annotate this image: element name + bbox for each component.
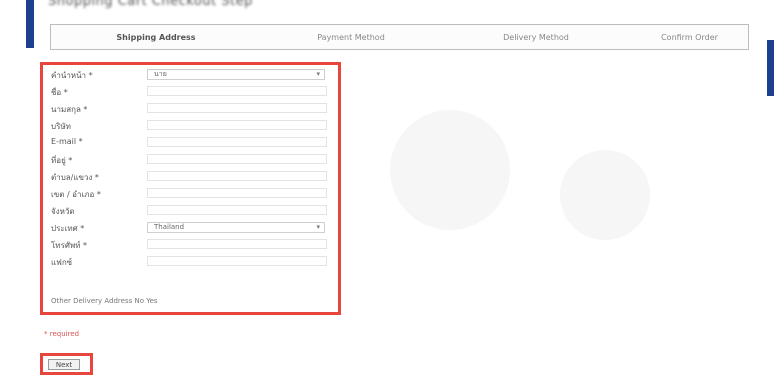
next-button[interactable]: Next: [48, 359, 80, 370]
first-name-input[interactable]: [147, 86, 327, 96]
form-row-email: E-mail *: [51, 137, 336, 150]
form-row-company: บริษัท: [51, 120, 336, 133]
step-shipping-address[interactable]: Shipping Address: [51, 33, 261, 42]
field-label: โทรศัพท์ *: [51, 241, 88, 250]
next-button-highlight: Next: [40, 353, 93, 375]
form-row-fax: แฟกซ์: [51, 256, 336, 269]
background-watermark: [560, 150, 650, 240]
field-label: คำนำหน้า *: [51, 71, 93, 80]
background-watermark: [390, 110, 510, 230]
checkout-steps: Shipping Address Payment Method Delivery…: [50, 24, 749, 50]
fax-input[interactable]: [147, 256, 327, 266]
step-delivery-method[interactable]: Delivery Method: [441, 33, 631, 42]
province-input[interactable]: [147, 205, 327, 215]
form-row-last-name: นามสกุล *: [51, 103, 336, 116]
field-label: แฟกซ์: [51, 258, 73, 267]
address-input[interactable]: [147, 154, 327, 164]
field-label: นามสกุล *: [51, 105, 88, 114]
subdistrict-input[interactable]: [147, 171, 327, 181]
step-payment-method[interactable]: Payment Method: [261, 33, 441, 42]
form-row-address: ที่อยู่ *: [51, 154, 336, 167]
other-delivery-address-option[interactable]: Other Delivery Address No Yes: [51, 297, 158, 305]
company-input[interactable]: [147, 120, 327, 130]
shipping-address-form: คำนำหน้า * นาย ▾ ชื่อ * นามสกุล * บริษัท …: [40, 62, 341, 315]
form-row-country: ประเทศ * Thailand ▾: [51, 222, 336, 235]
phone-input[interactable]: [147, 239, 327, 249]
left-accent-bar: [26, 0, 34, 48]
select-value: Thailand: [154, 223, 185, 231]
field-label: ที่อยู่ *: [51, 156, 73, 165]
select-value: นาย: [154, 70, 167, 78]
field-label: เขต / อำเภอ *: [51, 190, 101, 199]
district-input[interactable]: [147, 188, 327, 198]
form-row-phone: โทรศัพท์ *: [51, 239, 336, 252]
chevron-down-icon: ▾: [316, 223, 320, 231]
title-select[interactable]: นาย ▾: [147, 69, 325, 80]
form-row-subdistrict: ตำบล/แขวง *: [51, 171, 336, 184]
field-label: บริษัท: [51, 122, 71, 131]
country-select[interactable]: Thailand ▾: [147, 222, 325, 233]
field-label: E-mail *: [51, 137, 83, 146]
field-label: ชื่อ *: [51, 88, 68, 97]
field-label: ประเทศ *: [51, 224, 85, 233]
form-row-title: คำนำหน้า * นาย ▾: [51, 69, 336, 82]
right-accent-bar: [767, 40, 774, 96]
chevron-down-icon: ▾: [316, 70, 320, 78]
form-row-first-name: ชื่อ *: [51, 86, 336, 99]
email-input[interactable]: [147, 137, 327, 147]
field-label: ตำบล/แขวง *: [51, 173, 99, 182]
step-confirm-order[interactable]: Confirm Order: [631, 33, 748, 42]
form-row-district: เขต / อำเภอ *: [51, 188, 336, 201]
last-name-input[interactable]: [147, 103, 327, 113]
field-label: จังหวัด: [51, 207, 75, 216]
required-note: * required: [44, 330, 80, 338]
page-title: Shopping Cart Checkout Step: [48, 0, 253, 9]
form-row-province: จังหวัด: [51, 205, 336, 218]
